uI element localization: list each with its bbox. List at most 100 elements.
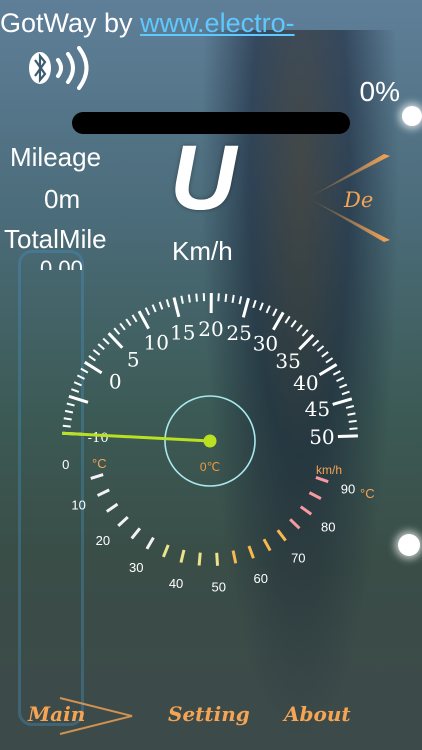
bluetooth-icon[interactable] — [26, 46, 106, 92]
mileage-label: Mileage — [10, 142, 102, 172]
speed-tick-label: 40 — [293, 371, 318, 395]
speed-tick — [92, 349, 101, 356]
total-mileage-label: TotalMile — [4, 224, 107, 254]
temp-tick-labels: 0 10 20 30 40 50 60 70 80 90 — [62, 457, 355, 595]
temp-tick — [262, 538, 272, 552]
speed-tick-label: 30 — [253, 332, 278, 356]
temp-tick — [231, 550, 238, 564]
temp-tick — [96, 488, 110, 497]
speed-tick — [349, 427, 358, 430]
speed-unit: Km/h — [172, 236, 233, 266]
speed-tick — [119, 322, 126, 331]
speed-tick-label: 45 — [305, 397, 330, 421]
temp-tick-label: 40 — [169, 576, 183, 591]
speed-tick — [231, 294, 235, 303]
temp-tick-label: 90 — [341, 482, 355, 497]
speed-tick — [325, 357, 334, 364]
speed-tick-labels: -100510 15 20 25 3035404550 — [88, 317, 335, 449]
speed-tick — [71, 388, 80, 393]
temp-tick-label: 20 — [96, 533, 110, 548]
speed-tick — [298, 333, 315, 351]
temp-tick — [215, 552, 220, 566]
speed-tick — [151, 304, 157, 313]
speed-tick — [345, 405, 355, 409]
speed-tick — [296, 324, 303, 332]
temp-unit-right: °C — [360, 486, 375, 501]
temp-tick — [289, 518, 301, 530]
speed-tick — [259, 302, 264, 311]
temp-tick-label: 10 — [71, 498, 85, 513]
speed-tick-label: 35 — [275, 349, 300, 373]
temp-tick — [308, 491, 322, 500]
speed-tick-label: 15 — [170, 320, 195, 344]
speed-tick — [66, 402, 75, 407]
speed-tick — [144, 307, 151, 316]
temp-tick — [130, 527, 142, 540]
speed-tick — [137, 310, 150, 330]
speed-tick — [68, 394, 89, 404]
speed-tick — [341, 390, 350, 396]
tab-setting[interactable]: Setting — [168, 702, 250, 726]
temp-tick — [117, 515, 129, 527]
speed-gauge: -100510 15 20 25 3035404550 010203040 5060708… — [62, 292, 375, 595]
speed-tick — [63, 417, 72, 421]
speed-tick — [125, 318, 132, 327]
temp-tick — [315, 476, 329, 484]
temp-tick — [145, 536, 155, 550]
temp-tick — [299, 505, 313, 516]
speed-tick — [339, 383, 348, 389]
speed-tick — [187, 294, 191, 303]
app-title: GotWay by www.electro- — [0, 8, 295, 39]
speed-tick — [332, 397, 353, 406]
speed-tick — [224, 293, 228, 302]
speed-tick-label: 20 — [198, 317, 223, 341]
speed-gauge-unit: km/h — [316, 463, 342, 477]
speed-tick — [241, 297, 250, 318]
website-link[interactable]: www.electro- — [140, 8, 295, 38]
speed-tick — [62, 424, 71, 428]
speed-tick — [311, 339, 320, 347]
temp-tick — [276, 529, 287, 542]
speed-tick — [73, 381, 82, 387]
speed-tick — [332, 370, 341, 376]
tab-main[interactable]: Main — [28, 702, 85, 726]
language-label[interactable]: De — [344, 188, 373, 212]
mileage-value: 0m — [44, 184, 81, 214]
temp-tick-label: 80 — [321, 520, 335, 535]
temp-tick — [90, 473, 104, 480]
speed-tick — [102, 337, 110, 345]
glow-dot — [402, 106, 422, 126]
speed-tick — [158, 301, 164, 310]
speed-tick-label: 50 — [309, 425, 334, 449]
speed-tick — [252, 299, 257, 309]
speed-tick — [165, 299, 171, 308]
title-prefix: GotWay by — [0, 8, 141, 38]
temp-tick-label: 0 — [62, 457, 69, 472]
temp-tick — [247, 545, 255, 559]
speed-tick — [290, 319, 297, 328]
speed-needle — [62, 431, 211, 443]
temp-tick-label: 30 — [129, 560, 143, 575]
temp-tick — [105, 502, 119, 513]
temp-tick-label: 70 — [291, 550, 305, 565]
speed-tick — [113, 327, 121, 335]
speed-tick — [347, 412, 356, 416]
temp-tick — [179, 549, 186, 563]
bottom-navigation: Main Setting About — [0, 690, 422, 740]
tab-about[interactable]: About — [284, 702, 351, 726]
speed-tick-label: 0 — [109, 369, 122, 393]
speed-value: U — [170, 127, 237, 229]
speed-tick — [337, 434, 358, 439]
speed-tick — [348, 419, 357, 423]
speed-tick — [272, 308, 278, 317]
speed-tick — [284, 315, 291, 324]
speed-tick — [107, 332, 124, 349]
needle-hub — [203, 434, 217, 448]
speed-tick — [265, 305, 271, 314]
speed-tick — [88, 355, 97, 362]
speed-tick — [272, 311, 285, 331]
temp-tick — [197, 552, 202, 566]
speed-tick — [97, 343, 105, 351]
speed-tick — [321, 351, 329, 358]
speed-tick — [180, 295, 184, 304]
